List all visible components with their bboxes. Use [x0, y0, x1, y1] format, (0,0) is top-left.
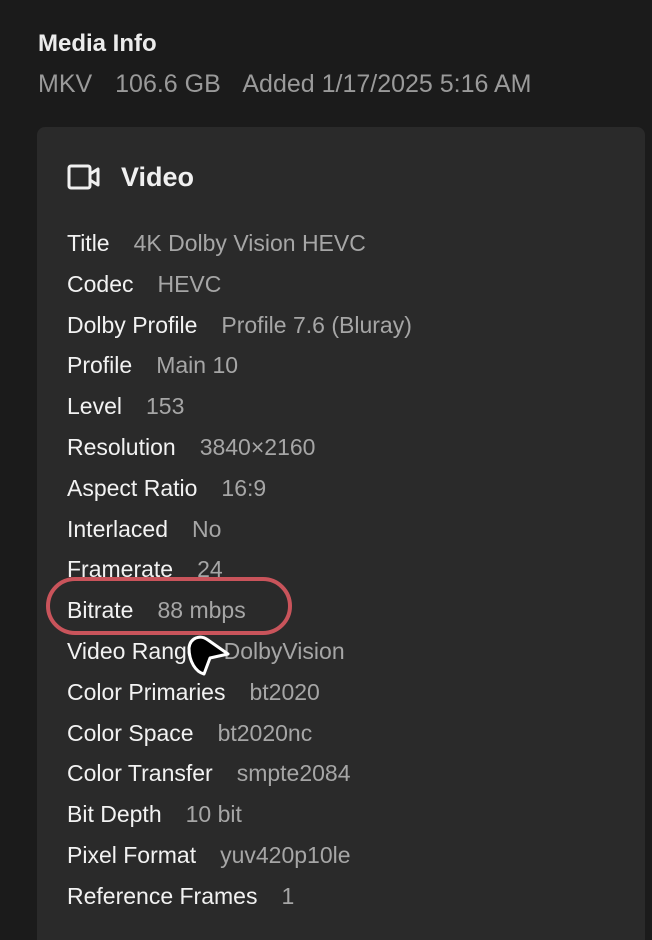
video-camera-icon: [67, 164, 101, 190]
property-label: Bitrate: [67, 597, 134, 624]
property-label: Bit Depth: [67, 801, 162, 828]
property-label: Color Primaries: [67, 678, 226, 705]
property-row: Color Space bt2020nc: [67, 713, 412, 754]
video-stream-card: Video Title 4K Dolby Vision HEVC Codec HEV…: [37, 127, 645, 940]
property-row: Interlaced No: [67, 509, 412, 550]
property-row: Video Range DolbyVision: [67, 631, 412, 672]
video-card-title: Video: [121, 162, 195, 192]
property-value: bt2020nc: [217, 719, 313, 746]
property-value: yuv420p10le: [220, 841, 351, 868]
property-label: Color Space: [67, 719, 194, 746]
property-value: HEVC: [157, 270, 222, 297]
property-value: 4K Dolby Vision HEVC: [133, 230, 366, 256]
property-label: Interlaced: [67, 515, 169, 542]
property-label: Color Transfer: [67, 760, 213, 787]
property-value: Main 10: [156, 352, 239, 379]
property-row: Aspect Ratio 16:9: [67, 468, 412, 509]
property-value: smpte2084: [236, 760, 351, 787]
property-value: 3840×2160: [199, 433, 316, 460]
property-value: 24: [197, 556, 223, 583]
property-label: Resolution: [67, 433, 176, 460]
property-label: Video Range: [67, 637, 200, 664]
property-row: Title 4K Dolby Vision HEVC: [67, 223, 412, 264]
property-row: Pixel Format yuv420p10le: [67, 835, 412, 876]
property-value: 153: [145, 393, 185, 420]
added-date: Added 1/17/2025 5:16 AM: [242, 70, 532, 98]
property-label: Pixel Format: [67, 841, 197, 868]
property-value: bt2020: [249, 678, 320, 705]
property-row: Color Transfer smpte2084: [67, 753, 412, 794]
property-label: Dolby Profile: [67, 311, 198, 338]
property-label: Aspect Ratio: [67, 474, 198, 501]
property-label: Codec: [67, 270, 134, 297]
property-value: Profile 7.6 (Bluray): [221, 311, 412, 338]
property-row: Dolby Profile Profile 7.6 (Bluray): [67, 305, 412, 346]
file-size: 106.6 GB: [115, 70, 221, 98]
property-row: Codec HEVC: [67, 264, 412, 305]
media-info-page: Media Info MKV 106.6 GB Added 1/17/2025 …: [0, 0, 652, 940]
property-value: 16:9: [221, 474, 267, 501]
property-label: Level: [67, 393, 122, 420]
property-label: Profile: [67, 352, 133, 379]
video-card-header: Video: [67, 159, 194, 195]
property-row: Profile Main 10: [67, 345, 412, 386]
property-value: 10 bit: [185, 801, 242, 828]
property-row: Color Primaries bt2020: [67, 672, 412, 713]
property-row: Reference Frames 1: [67, 876, 412, 917]
property-value: DolbyVision: [223, 637, 345, 664]
container-format: MKV: [38, 70, 93, 98]
property-row: Bit Depth 10 bit: [67, 794, 412, 835]
property-label: Title: [67, 230, 110, 256]
property-row: Framerate 24: [67, 549, 412, 590]
property-label: Framerate: [67, 556, 174, 583]
property-value: 1: [281, 882, 295, 909]
video-properties-list: Title 4K Dolby Vision HEVC Codec HEVC Dolb…: [67, 223, 412, 917]
property-value: No: [192, 515, 222, 542]
media-info-heading: Media Info: [38, 30, 157, 57]
property-label: Reference Frames: [67, 882, 258, 909]
property-row: Resolution 3840×2160: [67, 427, 412, 468]
property-row: Level 153: [67, 386, 412, 427]
media-summary: MKV 106.6 GB Added 1/17/2025 5:16 AM: [38, 68, 547, 100]
property-value: 88 mbps: [157, 597, 246, 624]
property-row-bitrate: Bitrate 88 mbps: [67, 590, 412, 631]
